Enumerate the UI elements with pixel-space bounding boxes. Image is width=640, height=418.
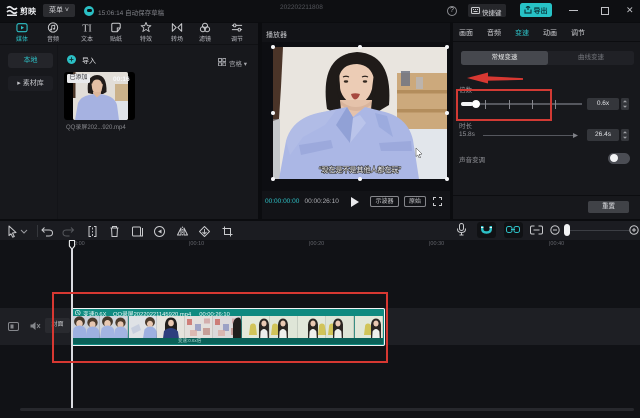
svg-text:TI: TI: [82, 23, 92, 33]
svg-text:“现在是不是其他人都在玩”: “现在是不是其他人都在玩”: [319, 165, 401, 174]
